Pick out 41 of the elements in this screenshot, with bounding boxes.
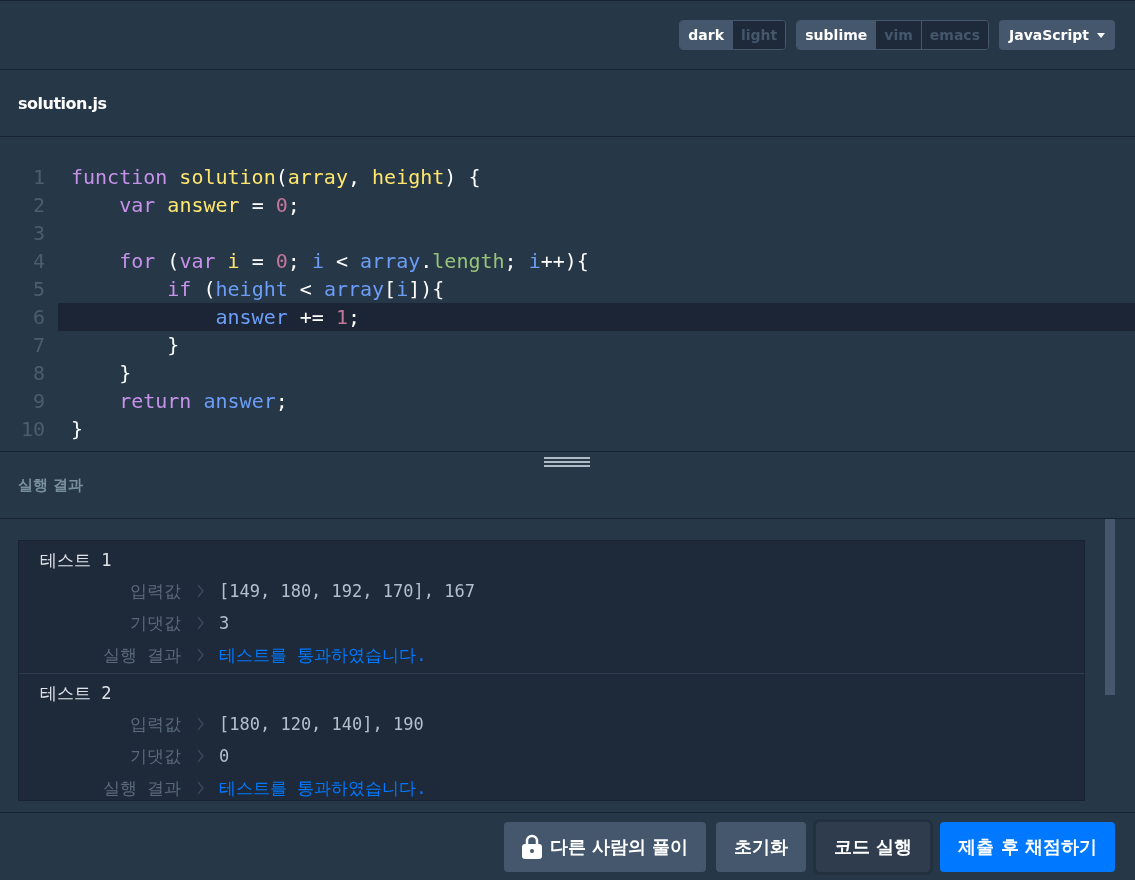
result-value: 테스트를 통과하였습니다.: [219, 644, 427, 667]
code-line: }: [118, 360, 133, 387]
action-button[interactable]: 제출 후 채점하기: [940, 821, 1115, 872]
result-label: 실행 결과: [101, 644, 181, 667]
caret-icon: [1097, 32, 1105, 38]
action-button[interactable]: 초기화: [716, 821, 807, 872]
result-value: 0: [219, 745, 230, 768]
result-value: [180, 120, 140], 190: [219, 713, 424, 736]
chevron-icon: [196, 749, 204, 763]
code-line: var answer = 0;: [118, 192, 301, 219]
toggle-option[interactable]: sublime: [797, 21, 876, 49]
result-label: 입력값: [129, 713, 181, 736]
code-line: }: [166, 332, 181, 359]
code-line: for (var i = 0; i < array.length; i++){: [118, 248, 590, 275]
result-value: [149, 180, 192, 170], 167: [219, 580, 475, 603]
code-line: if (height < array[i]){: [166, 276, 446, 303]
chevron-icon: [196, 648, 204, 662]
result-label: 기댓값: [129, 612, 181, 635]
result-label: 입력값: [129, 580, 181, 603]
code-line: function solution(array, height) {: [70, 164, 482, 191]
result-label: 실행 결과: [101, 777, 181, 800]
result-value: 3: [219, 612, 230, 635]
results-title: 실행 결과: [18, 475, 84, 495]
result-label: 기댓값: [129, 745, 181, 768]
resize-handle[interactable]: [544, 456, 590, 468]
action-button[interactable]: 다른 사람의 풀이: [503, 821, 707, 872]
toggle-option[interactable]: dark: [680, 21, 732, 49]
file-name: solution.js: [18, 93, 107, 113]
result-value: 테스트를 통과하였습니다.: [219, 777, 427, 800]
chevron-icon: [196, 717, 204, 731]
code-line: return answer;: [118, 388, 289, 415]
test-title: 테스트 2: [40, 683, 112, 703]
chevron-icon: [196, 616, 204, 630]
chevron-icon: [196, 781, 204, 795]
scrollbar[interactable]: [1105, 519, 1115, 695]
lock-icon: [521, 834, 542, 859]
action-button[interactable]: 코드 실행: [816, 821, 931, 872]
code-line: }: [70, 416, 85, 443]
chevron-icon: [196, 584, 204, 598]
language-dropdown[interactable]: JavaScript: [998, 20, 1115, 50]
test-title: 테스트 1: [40, 550, 112, 570]
